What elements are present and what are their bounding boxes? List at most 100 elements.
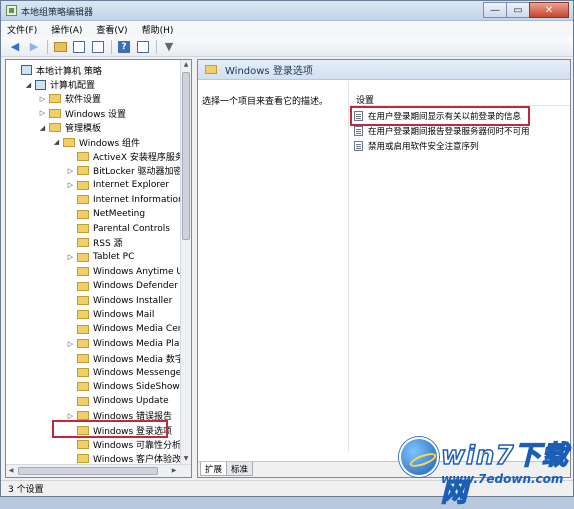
status-text: 3 个设置 [8,485,44,495]
tab-extended[interactable]: 扩展 [200,462,228,476]
tree-node[interactable]: Parental Controls [66,221,170,235]
filter-icon[interactable]: ▼ [161,39,177,55]
scroll-thumb[interactable] [18,467,158,475]
tree-node-label: Windows Update [93,396,169,407]
tree-node[interactable]: ▷ Windows Media Player [66,337,182,351]
tree-horizontal-scrollbar[interactable]: ◀ ▶ [6,464,191,477]
tree-node[interactable]: Internet Information Ser [66,193,182,207]
tab-standard[interactable]: 标准 [226,462,254,476]
setting-label: 在用户登录期间报告登录服务器何时不可用 [368,127,530,137]
expand-arrow-icon[interactable]: ◢ [38,124,47,132]
tree-node[interactable]: Windows SideShow [66,380,180,394]
tree-node[interactable]: Windows Messenger [66,365,182,379]
expand-arrow-icon[interactable]: ▷ [66,181,75,189]
folder-icon [77,368,89,378]
group-policy-window: 本地组策略编辑器 — ▭ ✕ 文件(F) 操作(A) 查看(V) 帮助(H) ◀… [0,0,574,509]
scroll-thumb[interactable] [182,72,190,240]
tree-node-label: 计算机配置 [50,81,96,92]
tree-node-label: ActiveX 安装程序服务 [93,153,182,164]
tree-node-label: Windows 组件 [79,138,141,149]
scroll-right-icon[interactable]: ▶ [169,466,179,476]
tree-node[interactable]: Windows Anytime Upgr [66,265,182,279]
folder-icon [49,108,61,118]
tree-node[interactable]: Windows Mail [66,308,154,322]
show-hide-tree-icon[interactable] [71,39,87,55]
tree-node-label: Windows Anytime Upgr [93,266,182,277]
expand-arrow-icon[interactable]: ▷ [38,95,47,103]
tree-node[interactable]: 本地计算机 策略 [10,63,102,77]
toolbar: ◀ ▶ ? ▼ [1,37,573,57]
expand-arrow-icon[interactable]: ▷ [66,340,75,348]
tree-node[interactable]: Windows 可靠性分析 [66,437,181,451]
folder-icon [49,94,61,104]
properties-icon[interactable] [135,39,151,55]
help-icon[interactable]: ? [116,39,132,55]
tree-node[interactable]: ▷ BitLocker 驱动器加密 [66,164,182,178]
expand-arrow-icon[interactable]: ▷ [66,167,75,175]
expand-arrow-icon[interactable]: ▷ [66,412,75,420]
tree-node[interactable]: ▷ Tablet PC [66,250,135,264]
expand-arrow-icon[interactable]: ▷ [66,253,75,261]
tree-node[interactable]: Windows Media 数字权限 [66,351,182,365]
tree-vertical-scrollbar[interactable]: ▲ ▼ [180,60,191,464]
folder-icon [77,411,89,421]
tree-node[interactable]: ◢ 管理模板 [38,121,101,135]
tree-node[interactable]: Windows Installer [66,293,172,307]
menu-file[interactable]: 文件(F) [7,23,37,36]
tree-node[interactable]: Windows Media Center [66,322,182,336]
setting-item[interactable]: 禁用或启用软件安全注意序列 [354,139,479,153]
tree-node[interactable]: ◢ Windows 组件 [52,135,140,149]
watermark: win7下载网 www.7edown.com [397,431,574,509]
tree-node-label: RSS 源 [93,239,123,250]
scroll-down-icon[interactable]: ▼ [181,454,191,464]
minimize-button[interactable]: — [483,2,507,18]
folder-icon [77,166,89,176]
expand-arrow-icon[interactable]: ◢ [52,138,61,146]
menu-action[interactable]: 操作(A) [51,23,82,36]
tree-node[interactable]: ▷ Windows 设置 [38,106,126,120]
up-folder-icon[interactable] [52,39,68,55]
tree-node[interactable]: Windows Update [66,394,169,408]
policy-setting-icon [354,141,363,151]
tree-node[interactable]: ▷ 软件设置 [38,92,101,106]
tree-node-label: Parental Controls [93,223,170,234]
folder-icon [77,195,89,205]
close-button[interactable]: ✕ [529,2,569,18]
tree-node[interactable]: Windows 客户体验改善计 [66,452,182,464]
expand-arrow-icon[interactable]: ▷ [38,109,47,117]
menu-help[interactable]: 帮助(H) [142,23,174,36]
title-bar[interactable]: 本地组策略编辑器 — ▭ ✕ [1,1,573,21]
tree-node-label: BitLocker 驱动器加密 [93,167,182,178]
toolbar-separator [156,39,157,54]
highlight-box-setting [350,106,530,126]
scroll-up-icon[interactable]: ▲ [181,60,191,70]
tree-node[interactable]: ▷ Internet Explorer [66,178,169,192]
back-arrow-icon[interactable]: ◀ [7,39,23,55]
folder-icon [49,123,61,133]
setting-label: 禁用或启用软件安全注意序列 [368,142,479,152]
tree-node[interactable]: NetMeeting [66,207,145,221]
tree-node-label: 软件设置 [65,95,102,106]
tree-node[interactable]: ActiveX 安装程序服务 [66,149,182,163]
tree-node[interactable]: RSS 源 [66,236,123,250]
folder-icon [77,296,89,306]
tree-node-label: Windows Mail [93,309,155,320]
pane-divider [348,82,349,452]
tree-node[interactable]: Windows Defender [66,279,178,293]
tree-node-label: Windows 设置 [65,109,127,120]
expand-arrow-icon[interactable]: ◢ [24,81,33,89]
menu-view[interactable]: 查看(V) [96,23,127,36]
tree-node-label: Windows Installer [93,295,173,306]
tree-node[interactable]: ◢ 计算机配置 [24,77,95,91]
scroll-left-icon[interactable]: ◀ [6,466,16,476]
folder-icon [77,353,89,363]
tree-node-label: 本地计算机 策略 [36,66,102,77]
tree-pane: 本地计算机 策略 ◢ 计算机配置 ▷ 软件设置 ▷ Windows 设置 ◢ 管理模板 ◢ Wind… [5,59,192,478]
forward-arrow-icon[interactable]: ▶ [26,39,42,55]
tree-node-label: Internet Explorer [93,180,170,191]
maximize-button[interactable]: ▭ [506,2,530,18]
setting-item[interactable]: 在用户登录期间报告登录服务器何时不可用 [354,124,530,138]
folder-icon [77,209,89,219]
tree-node-label: Windows Messenger [93,367,182,378]
export-list-icon[interactable] [90,39,106,55]
